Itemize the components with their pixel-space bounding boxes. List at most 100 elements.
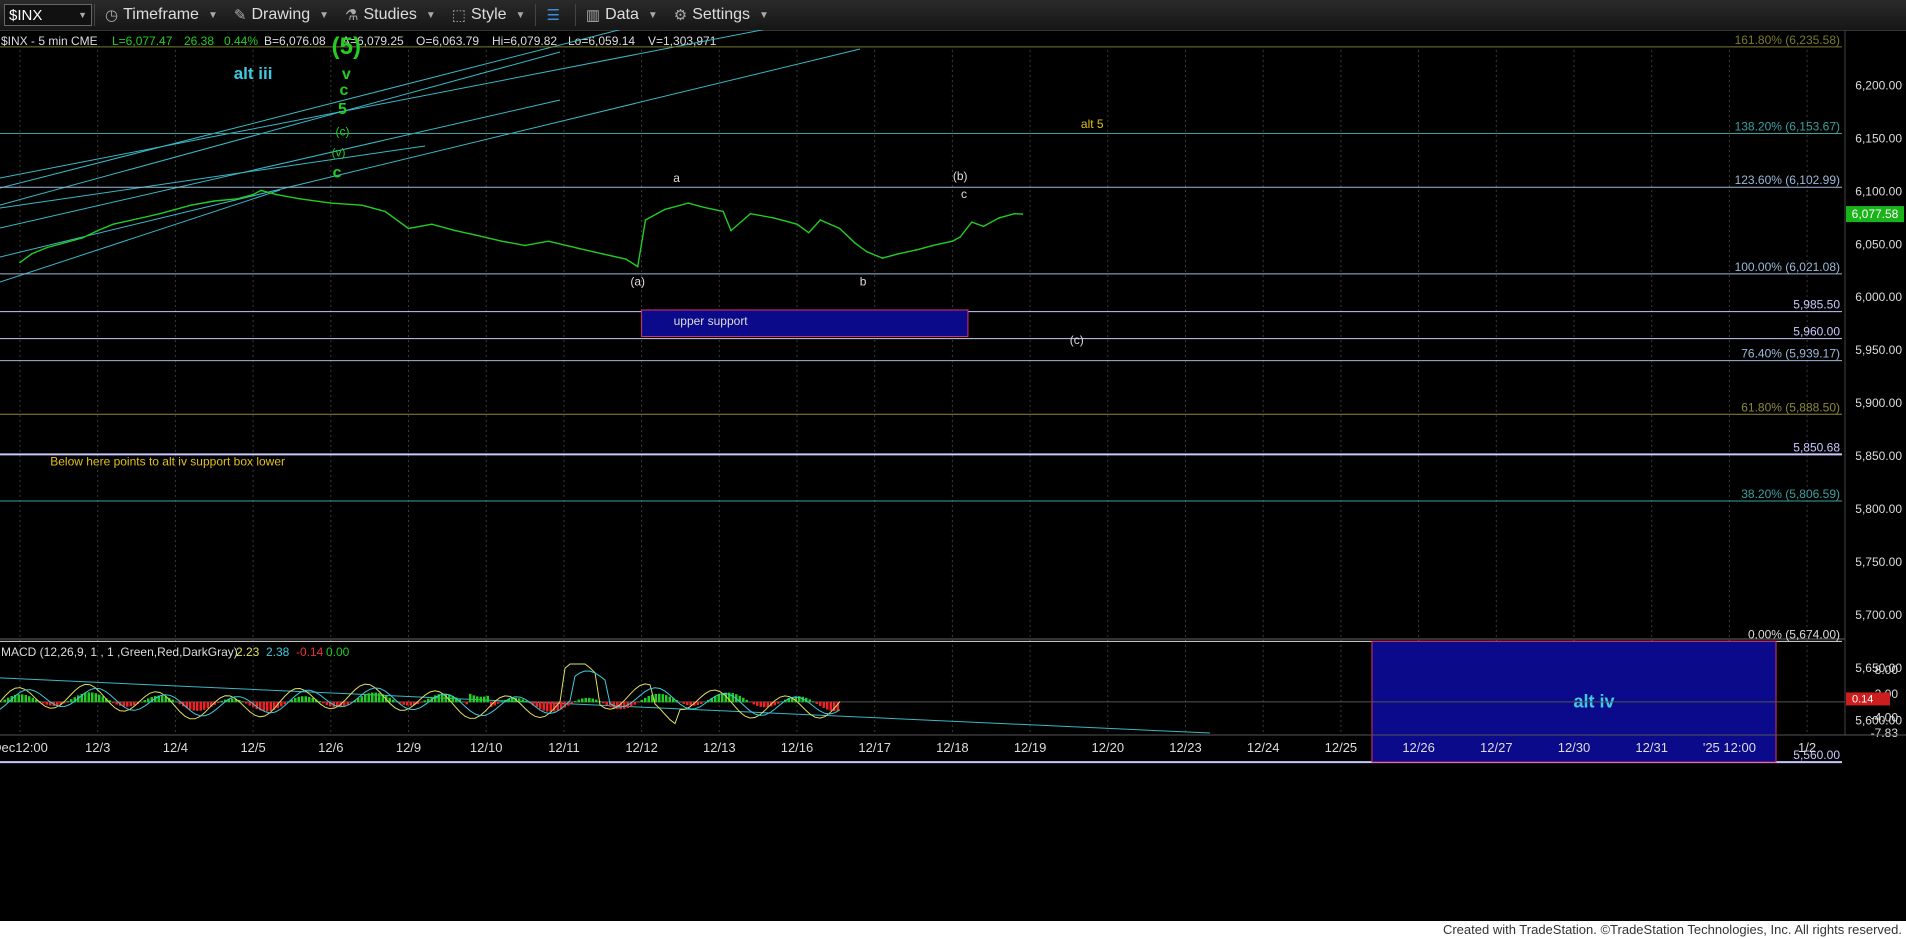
macd-histogram-bar [112,701,115,703]
macd-histogram-bar [721,693,724,703]
macd-histogram-bar [542,701,545,711]
timeframe-button[interactable]: ◷ Timeframe ▼ [97,2,226,28]
last-price-label: 6,077.58 [1852,207,1899,221]
data-button[interactable]: ▥ Data ▼ [578,2,666,28]
macd-histogram-bar [66,701,69,703]
macd-histogram-bar [406,701,409,706]
macd-histogram-bar [220,700,223,703]
macd-histogram-bar [231,698,234,703]
trendline [0,189,281,283]
macd-histogram-bar [668,696,671,703]
macd-histogram-bar [94,693,97,703]
macd-histogram-bar [409,701,412,706]
macd-histogram-bar [661,694,664,703]
time-tick-label: 12/27 [1480,740,1513,755]
macd-histogram-bar [658,693,661,703]
macd-histogram-bar [679,701,682,703]
macd-histogram-bar [483,696,486,703]
price-point [636,265,639,268]
macd-value: 2.38 [266,645,290,659]
wave-label: alt iii [234,64,273,83]
chevron-down-icon: ▼ [759,9,769,21]
high-value: Hi=6,079.82 [492,34,557,48]
time-tick-label: 12/5 [240,740,265,755]
drawing-label: Drawing [251,6,311,23]
price-point [796,223,798,226]
macd-histogram-bar [472,695,475,703]
macd-histogram-bar [665,695,668,703]
wave-labels: (5)vc5(c)(v)calt iiialt 5a (b)c(a) b(c)Bel… [50,33,1104,469]
wave-label: (b) [953,169,968,183]
time-tick-label: 12/3 [85,740,110,755]
time-tick-label: 12/19 [1014,740,1047,755]
change-value: 26.38 [184,34,214,48]
time-tick-label: 12/10 [470,740,503,755]
macd-histogram-bar [203,701,206,710]
macd-histogram-bar [325,701,328,705]
price-point [431,223,433,226]
macd-histogram-bar [602,701,605,704]
macd-histogram-bar [640,699,643,703]
style-icon: ⬚ [451,7,466,24]
price-chart[interactable]: $INX - 5 min CME L=6,077.47 26.38 0.44% … [0,30,1906,921]
macd-histogram-bar [756,701,759,706]
macd-histogram-bar [192,701,195,711]
macd-histogram-bar [819,701,822,707]
level-label: 100.00% (6,021.08) [1735,260,1840,274]
time-tick-label: 12/18 [936,740,969,755]
macd-histogram-bar [420,701,423,703]
price-tick-label: 6,150.00 [1855,131,1902,145]
time-tick-label: 1/2 [1798,740,1816,755]
macd-histogram-bar [469,693,472,703]
settings-button[interactable]: ⚙ Settings ▼ [666,2,777,28]
trendline [0,145,426,209]
trendline [0,51,561,206]
macd-histogram-bar [647,696,650,703]
macd-tick-label: -4.00 [1871,711,1899,725]
macd-histogram-bar [829,701,832,711]
macd-histogram-bar [175,701,178,703]
macd-histogram-bar [70,699,73,703]
price-point [384,210,386,213]
price-axis[interactable]: 6,200.00 6,150.00 6,100.00 6,050.00 6,000.00… [1846,79,1904,728]
style-button[interactable]: ⬚ Style ▼ [444,2,534,28]
price-point [687,202,690,204]
dropdown-caret-icon: ▼ [78,10,87,20]
macd-histogram-bar [577,699,580,703]
toolbar-separator [94,4,95,26]
layout-icon: ☰ [546,7,560,24]
bar-chart-icon: ▥ [585,7,601,24]
time-tick-label: 12/25 [1325,740,1358,755]
wave-label: c [333,165,342,182]
macd-histogram-bar [521,699,524,703]
chart-grid [0,30,1846,735]
macd-histogram-bar [3,699,6,703]
price-tick-label: 5,900.00 [1855,396,1902,410]
macd-histogram-bar [731,693,734,703]
macd-histogram-bar [749,701,752,703]
studies-button[interactable]: ⚗ Studies ▼ [337,2,444,28]
price-point [601,253,604,255]
macd-histogram-bar [633,701,636,705]
style-label: Style [470,6,507,23]
price-point [96,229,99,232]
wave-label: (5) [332,33,361,60]
macd-histogram-bar [402,701,405,705]
macd-value: 2.23 [236,645,260,659]
macd-histogram-bar [644,697,647,703]
drawing-button[interactable]: ✎ Drawing ▼ [226,2,337,28]
chevron-down-icon: ▼ [207,9,218,21]
price-point [500,240,503,242]
macd-histogram-bar [812,701,815,703]
open-value: O=6,063.79 [416,34,479,48]
footer-credit: Created with TradeStation. ©TradeStation… [0,921,1906,939]
wave-label: (a) [630,275,645,289]
layout-button[interactable]: ☰ [538,2,572,28]
price-point [361,204,363,206]
time-tick-label: 12/17 [858,740,891,755]
price-point [81,237,83,239]
macd-histogram-bar [423,700,426,703]
pencil-icon: ✎ [233,7,247,24]
macd-histogram-bar [742,697,745,703]
symbol-input[interactable]: $INX ▼ [4,4,92,26]
